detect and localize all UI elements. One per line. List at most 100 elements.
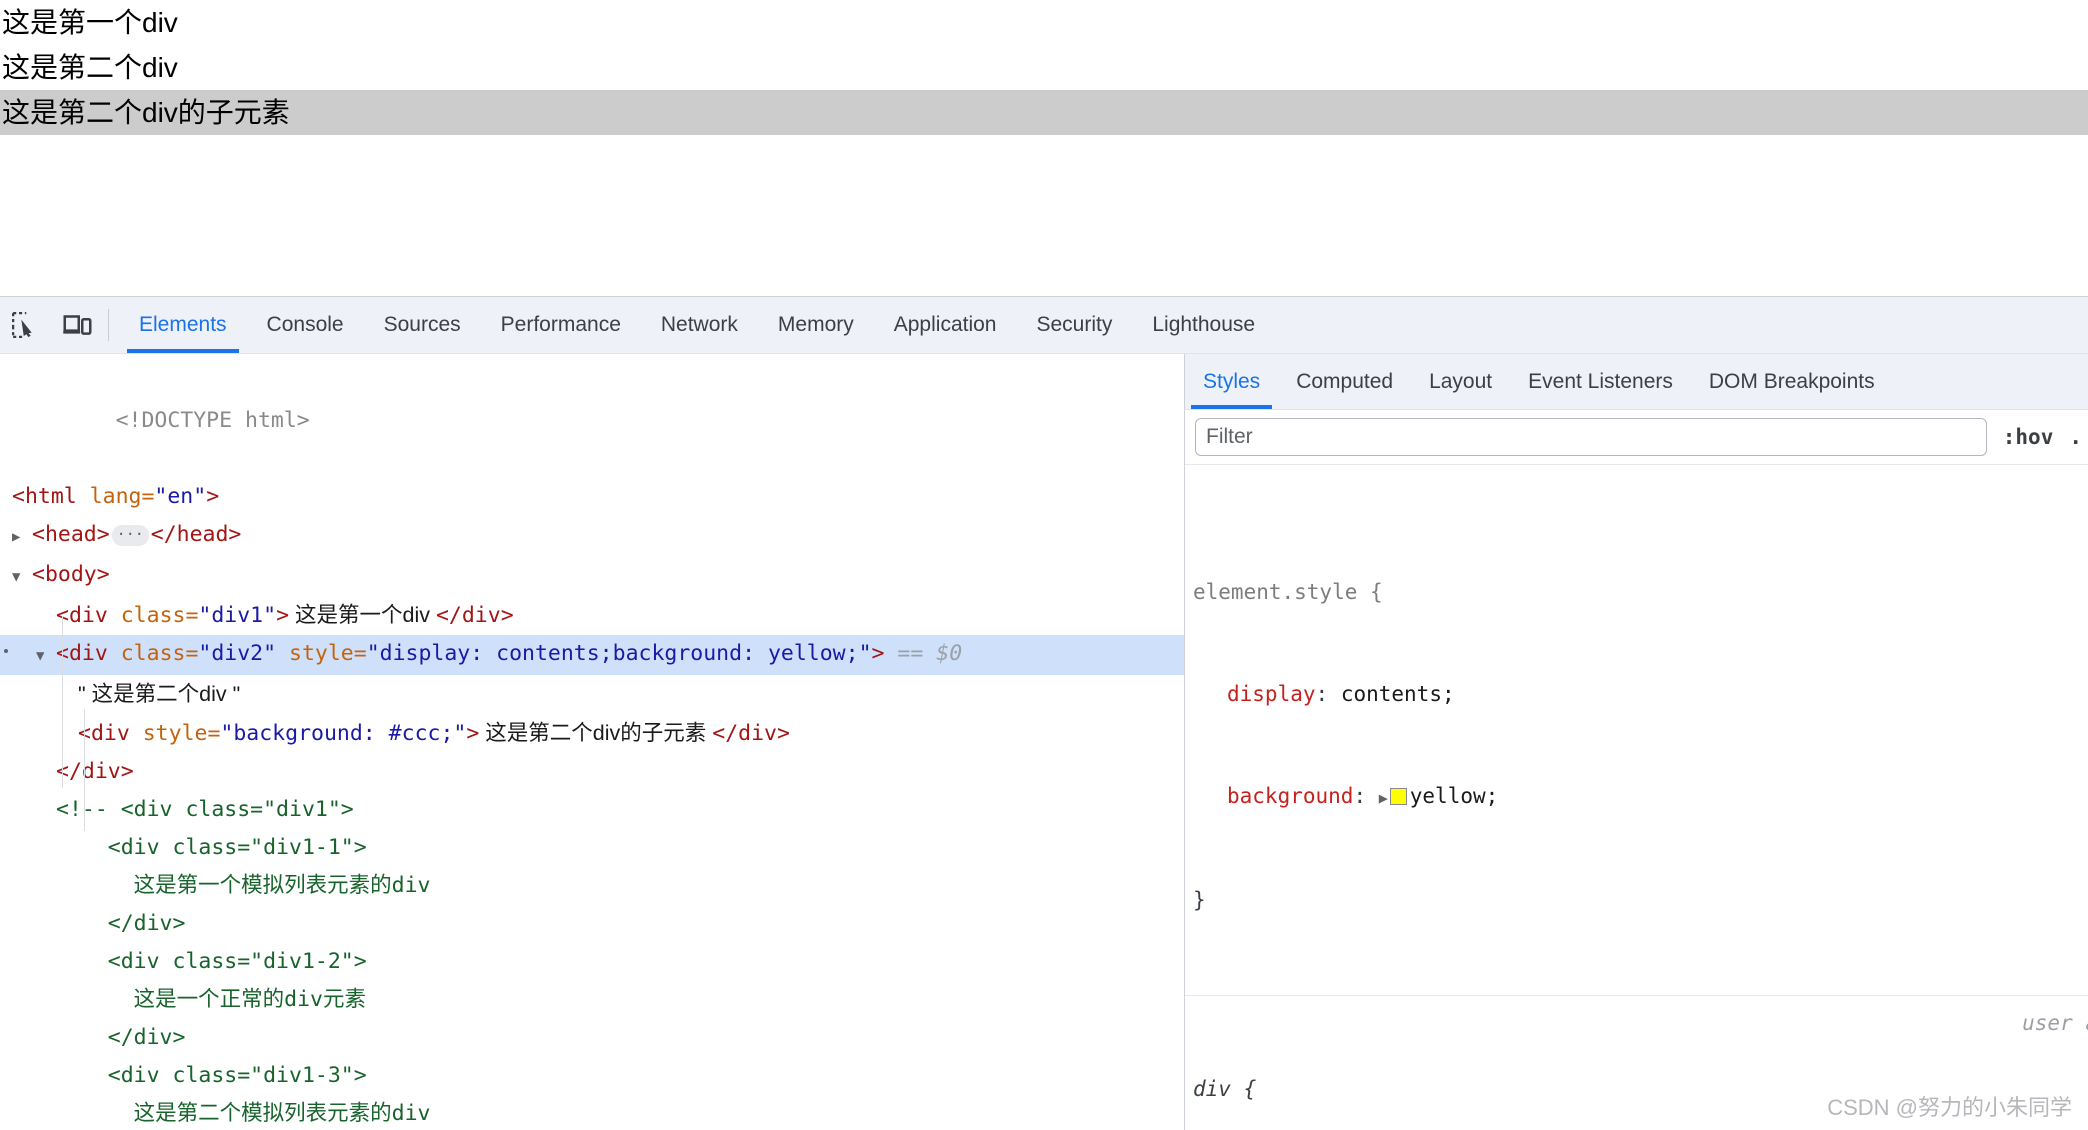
page-div2-child-text: 这是第二个div的子元素 — [0, 90, 2088, 135]
dom-line-div2-close[interactable]: </div> — [0, 753, 1184, 791]
head-tag-close: </head> — [150, 522, 242, 547]
html-tag-gt: > — [206, 484, 220, 509]
tree-guide-line — [62, 616, 63, 788]
dom-line-comment-8[interactable]: 这是第二个模拟列表元素的div — [0, 1095, 1184, 1130]
tab-performance[interactable]: Performance — [481, 297, 641, 353]
tab-event-listeners[interactable]: Event Listeners — [1510, 354, 1691, 409]
inspect-element-icon[interactable] — [6, 306, 44, 344]
comment-text-8: 这是第二个模拟列表元素的div — [56, 1101, 431, 1126]
force-state-hov-button[interactable]: :hov — [2003, 425, 2054, 449]
body-collapse-triangle-icon[interactable]: ▼ — [12, 558, 32, 596]
comment-text-5: 这是一个正常的div元素 — [56, 987, 366, 1012]
dom-line-head[interactable]: ▶ <head> ··· </head> — [0, 516, 1184, 556]
page-div2-text: 这是第二个div — [2, 52, 178, 83]
console-ref-dollar0: $0 — [936, 641, 963, 666]
tab-network[interactable]: Network — [641, 297, 758, 353]
element-classes-button[interactable]: . — [2069, 425, 2088, 449]
div2-inner-text: " 这是第二个div " — [78, 682, 241, 706]
property-name-background: background — [1227, 784, 1354, 808]
panel-tabs: Elements Console Sources Performance Net… — [119, 297, 1275, 353]
div1-class-value: "div1" — [198, 603, 277, 628]
selector-text-div: div { — [1193, 1077, 1257, 1101]
dom-line-comment-1[interactable]: <div class="div1-1"> — [0, 829, 1184, 867]
div1-class-attr: class= — [120, 603, 199, 628]
tab-security[interactable]: Security — [1016, 297, 1132, 353]
selector-text: element.style { — [1193, 580, 1383, 604]
color-swatch-yellow-icon[interactable] — [1389, 788, 1407, 805]
body-tag-open: <body> — [32, 562, 110, 587]
dom-line-comment-3[interactable]: </div> — [0, 905, 1184, 943]
declaration-display[interactable]: display: contents; — [1193, 677, 2088, 711]
div2-style-value: "display: contents;background: yellow;" — [366, 641, 872, 666]
child-gt: > — [466, 721, 480, 746]
selected-node-marker-icon — [4, 649, 8, 653]
tab-sources[interactable]: Sources — [364, 297, 481, 353]
tab-layout[interactable]: Layout — [1411, 354, 1510, 409]
devtools-window: Elements Console Sources Performance Net… — [0, 296, 2088, 1130]
declaration-background[interactable]: background: ▶ yellow; — [1193, 779, 2088, 815]
div1-text-node: 这是第一个div — [289, 603, 436, 627]
tab-computed[interactable]: Computed — [1278, 354, 1411, 409]
dom-line-comment-7[interactable]: <div class="div1-3"> — [0, 1057, 1184, 1095]
css-rule-element-style[interactable]: element.style { display: contents; backg… — [1185, 465, 2088, 996]
styles-filter-row: :hov . — [1185, 410, 2088, 465]
dom-line-comment-2[interactable]: 这是第一个模拟列表元素的div — [0, 867, 1184, 905]
tab-dom-breakpoints[interactable]: DOM Breakpoints — [1691, 354, 1893, 409]
console-ref-eq: == — [884, 641, 937, 666]
dom-line-div2-selected[interactable]: ▼ <div class="div2" style="display: conte… — [0, 635, 1184, 675]
dom-line-body[interactable]: ▼ <body> — [0, 556, 1184, 596]
comment-text-0: <!-- <div class="div1"> — [56, 797, 354, 822]
csdn-watermark: CSDN @努力的小朱同学 — [1827, 1095, 2072, 1120]
styles-panel: Styles Computed Layout Event Listeners D… — [1185, 354, 2088, 1130]
div2-closing-tag: </div> — [56, 759, 134, 784]
div2-collapse-triangle-icon[interactable]: ▼ — [36, 637, 56, 675]
div2-tag-open: <div — [56, 641, 121, 666]
tab-memory[interactable]: Memory — [758, 297, 874, 353]
dom-line-div2-child[interactable]: <div style="background: #ccc;"> 这是第二个div… — [0, 714, 1184, 753]
page-div1-text: 这是第一个div — [2, 7, 178, 38]
close-brace-0: } — [1193, 888, 1206, 912]
head-expand-triangle-icon[interactable]: ▶ — [12, 518, 32, 556]
dom-line-div1[interactable]: <div class="div1"> 这是第一个div </div> — [0, 596, 1184, 635]
collapsed-children-icon[interactable]: ··· — [111, 524, 149, 546]
colon-1: : — [1353, 784, 1379, 808]
tab-application[interactable]: Application — [874, 297, 1017, 353]
toolbar-divider — [108, 309, 109, 341]
tab-styles[interactable]: Styles — [1185, 354, 1278, 409]
div1-tag-close: </div> — [435, 603, 514, 628]
tab-console[interactable]: Console — [247, 297, 364, 353]
colon-0: : — [1315, 682, 1341, 706]
dom-line-doctype[interactable]: <!DOCTYPE html> — [0, 364, 1184, 478]
property-name-display: display — [1227, 682, 1316, 706]
device-toolbar-icon[interactable] — [58, 306, 96, 344]
comment-text-4: <div class="div1-2"> — [56, 949, 367, 974]
tab-lighthouse[interactable]: Lighthouse — [1132, 297, 1275, 353]
child-tag-open: <div — [78, 721, 143, 746]
comment-text-3: </div> — [56, 911, 186, 936]
devtools-toolbar: Elements Console Sources Performance Net… — [0, 297, 2088, 354]
comment-text-2: 这是第一个模拟列表元素的div — [56, 873, 431, 898]
tree-guide-line-2 — [84, 709, 85, 831]
div2-class-value: "div2" — [198, 641, 277, 666]
dom-line-comment-4[interactable]: <div class="div1-2"> — [0, 943, 1184, 981]
rule-left-strip — [1185, 465, 1190, 995]
expand-shorthand-triangle-icon[interactable]: ▶ — [1379, 789, 1388, 807]
div1-gt: > — [276, 603, 290, 628]
doctype-text: <!DOCTYPE html> — [115, 408, 310, 433]
tab-elements[interactable]: Elements — [119, 297, 247, 353]
dom-line-html[interactable]: <html lang="en"> — [0, 478, 1184, 516]
dom-tree-panel: <!DOCTYPE html> <html lang="en"> ▶ <head>… — [0, 354, 1185, 1130]
comment-text-7: <div class="div1-3"> — [56, 1063, 367, 1088]
rule-selector-element-style: element.style { — [1193, 575, 2088, 609]
property-value-background: yellow; — [1409, 784, 1499, 808]
child-tag-close: </div> — [712, 721, 790, 746]
dom-line-comment-6[interactable]: </div> — [0, 1019, 1184, 1057]
styles-subtabs: Styles Computed Layout Event Listeners D… — [1185, 354, 2088, 410]
div2-gt: > — [871, 641, 885, 666]
dom-line-comment-0[interactable]: <!-- <div class="div1"> — [0, 791, 1184, 829]
dom-line-comment-5[interactable]: 这是一个正常的div元素 — [0, 981, 1184, 1019]
html-lang-attr: lang= — [76, 484, 155, 509]
styles-filter-input[interactable] — [1195, 418, 1987, 456]
dom-line-div2-textnode[interactable]: " 这是第二个div " — [0, 675, 1184, 714]
child-text-node: 这是第二个div的子元素 — [479, 721, 713, 745]
